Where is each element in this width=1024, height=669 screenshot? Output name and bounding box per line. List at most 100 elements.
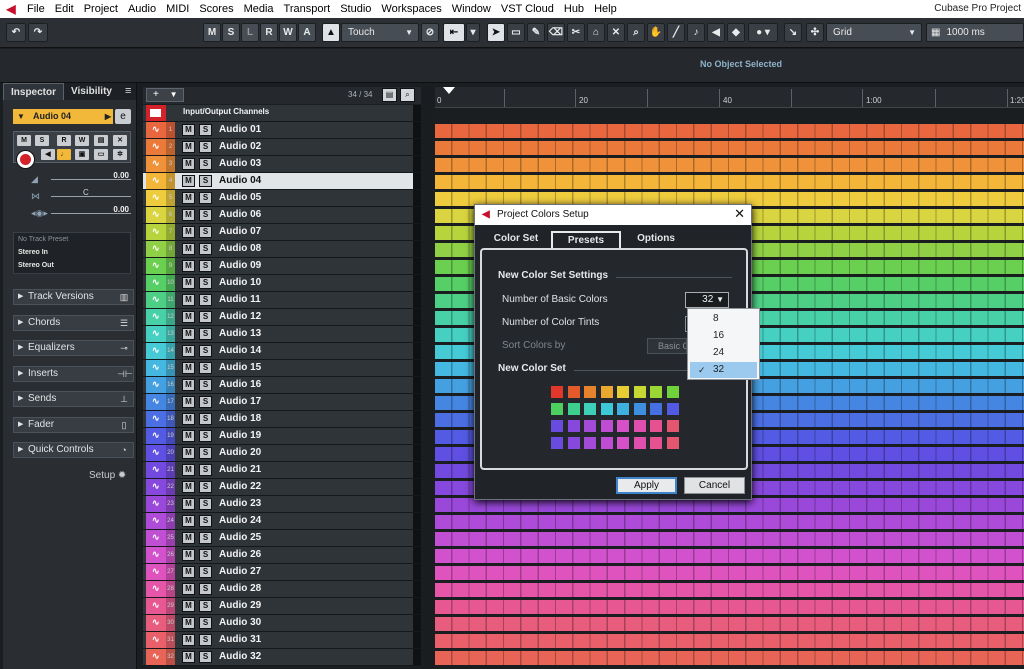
track-solo-button[interactable]: S — [199, 532, 212, 544]
track-lane[interactable] — [435, 615, 1024, 632]
track-color[interactable]: ∿ — [146, 377, 166, 393]
timebase-icon[interactable]: ♩ — [57, 149, 71, 160]
color-swatch[interactable] — [650, 420, 662, 432]
track-color[interactable]: ∿ — [146, 598, 166, 614]
audio-event[interactable] — [435, 617, 1024, 631]
track-row[interactable]: ∿ 20 M S Audio 20 — [143, 445, 421, 462]
menu-workspaces[interactable]: Workspaces — [376, 0, 446, 18]
track-color[interactable]: ∿ — [146, 479, 166, 495]
autoscroll-icon[interactable]: ⇤ — [443, 23, 465, 42]
section-sends[interactable]: ▶ Sends ⊥ — [13, 391, 134, 407]
section-chords[interactable]: ▶ Chords ☰ — [13, 315, 134, 331]
volume-row[interactable]: ◢ 0.00 — [13, 171, 131, 188]
settings-icon[interactable]: ✲ — [113, 149, 127, 160]
color-tool-icon[interactable]: ◆ — [727, 23, 745, 42]
track-color[interactable]: ∿ — [146, 428, 166, 444]
tab-inspector[interactable]: Inspector — [3, 83, 65, 100]
track-solo-button[interactable]: S — [199, 464, 212, 476]
track-color[interactable]: ∿ — [146, 122, 166, 138]
track-color[interactable]: ∿ — [146, 258, 166, 274]
redo-icon[interactable]: ↷ — [28, 23, 48, 42]
collapse-icon[interactable]: ▼ — [17, 109, 25, 124]
track-mute-button[interactable]: M — [182, 498, 195, 510]
dropdown-option[interactable]: 24 — [690, 345, 757, 361]
audio-event[interactable] — [435, 651, 1024, 665]
track-solo-button[interactable]: S — [199, 260, 212, 272]
track-solo-button[interactable]: S — [199, 124, 212, 136]
track-solo-button[interactable]: S — [199, 651, 212, 663]
snap-type-select[interactable]: Grid ▼ — [826, 23, 922, 42]
track-mute-button[interactable]: M — [182, 464, 195, 476]
track-solo-button[interactable]: S — [199, 362, 212, 374]
snap-icon[interactable]: ↘ — [784, 23, 802, 42]
track-row[interactable]: ∿ 17 M S Audio 17 — [143, 394, 421, 411]
track-lane[interactable] — [435, 564, 1024, 581]
menu-file[interactable]: File — [22, 0, 50, 18]
menu-help[interactable]: Help — [589, 0, 622, 18]
track-list-icon[interactable]: ▤ — [382, 88, 397, 102]
suspend-icon[interactable]: ⊘ — [421, 23, 439, 42]
track-mute-button[interactable]: M — [182, 549, 195, 561]
track-mute-button[interactable]: M — [182, 413, 195, 425]
track-mute-button[interactable]: M — [182, 311, 195, 323]
track-row[interactable]: ∿ 26 M S Audio 26 — [143, 547, 421, 564]
track-color[interactable]: ∿ — [146, 632, 166, 648]
bypass-icon[interactable]: ✕ — [113, 135, 127, 146]
track-solo-button[interactable]: S — [199, 481, 212, 493]
color-swatch[interactable] — [551, 403, 563, 415]
tab-options[interactable]: Options — [621, 231, 691, 249]
track-lane[interactable] — [435, 122, 1024, 139]
track-mute-button[interactable]: M — [182, 566, 195, 578]
track-lane[interactable] — [435, 173, 1024, 190]
close-icon[interactable]: ✕ — [734, 204, 745, 224]
track-solo-button[interactable]: S — [199, 396, 212, 408]
track-color[interactable]: ∿ — [146, 207, 166, 223]
track-color[interactable]: ∿ — [146, 241, 166, 257]
audio-event[interactable] — [435, 175, 1024, 189]
menu-hub[interactable]: Hub — [559, 0, 589, 18]
audio-event[interactable] — [435, 141, 1024, 155]
track-solo-button[interactable]: S — [199, 430, 212, 442]
color-swatch[interactable] — [650, 437, 662, 449]
listen-button[interactable]: L — [241, 23, 259, 42]
color-swatch[interactable] — [567, 386, 580, 398]
track-lane[interactable] — [435, 530, 1024, 547]
color-swatch[interactable] — [633, 420, 646, 432]
range-select-icon[interactable]: ▭ — [507, 23, 525, 42]
color-swatch[interactable] — [633, 386, 646, 398]
track-color[interactable]: ∿ — [146, 530, 166, 546]
track-mute-button[interactable]: M — [182, 379, 195, 391]
menu-scores[interactable]: Scores — [194, 0, 238, 18]
color-swatch[interactable] — [584, 386, 596, 398]
track-row[interactable]: ∿ 11 M S Audio 11 — [143, 292, 421, 309]
track-row[interactable]: ∿ 18 M S Audio 18 — [143, 411, 421, 428]
color-swatch[interactable] — [600, 420, 613, 432]
dropdown-option[interactable]: 16 — [690, 328, 757, 344]
automation-button[interactable]: A — [298, 23, 316, 42]
tab-visibility[interactable]: Visibility — [64, 83, 119, 100]
track-color[interactable]: ∿ — [146, 411, 166, 427]
track-solo-button[interactable]: S — [199, 379, 212, 391]
color-swatch[interactable] — [600, 403, 613, 415]
cubase-logo-icon[interactable]: ◀ — [0, 0, 22, 18]
track-row[interactable]: ∿ 15 M S Audio 15 — [143, 360, 421, 377]
color-swatch[interactable] — [567, 437, 580, 449]
track-solo-button[interactable]: S — [199, 447, 212, 459]
playhead-marker[interactable] — [443, 87, 455, 94]
track-row[interactable]: ∿ 3 M S Audio 03 — [143, 156, 421, 173]
track-solo-button[interactable]: S — [199, 583, 212, 595]
eraser-icon[interactable]: ⌫ — [547, 23, 565, 42]
pan-row[interactable]: ⋈ C — [13, 188, 131, 205]
track-lane[interactable] — [435, 598, 1024, 615]
track-solo-button[interactable]: S — [199, 192, 212, 204]
color-swatch[interactable] — [666, 420, 679, 432]
menu-studio[interactable]: Studio — [335, 0, 376, 18]
color-swatch[interactable] — [584, 403, 596, 415]
undo-icon[interactable]: ↶ — [6, 23, 26, 42]
play-tool-icon[interactable]: ♪ — [687, 23, 705, 42]
track-color[interactable]: ∿ — [146, 156, 166, 172]
track-lane[interactable] — [435, 632, 1024, 649]
track-color[interactable]: ∿ — [146, 309, 166, 325]
audio-event[interactable] — [435, 498, 1024, 512]
track-color[interactable]: ∿ — [146, 292, 166, 308]
